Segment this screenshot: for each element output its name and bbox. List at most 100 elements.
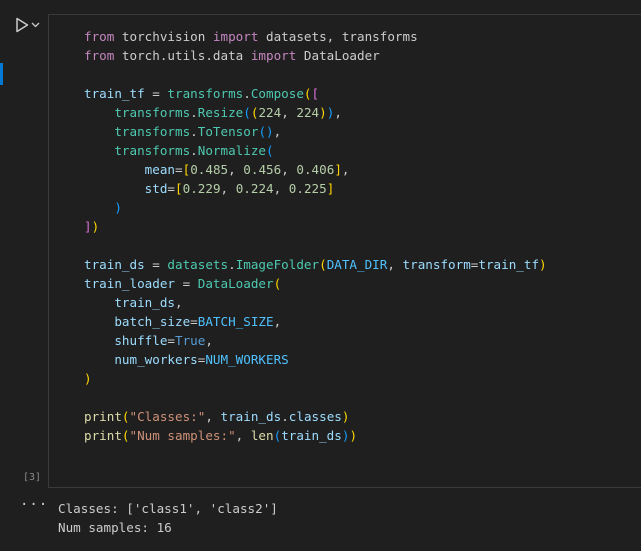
code-token: ( <box>303 86 312 101</box>
code-token: , <box>273 124 282 139</box>
cell-gutter <box>0 0 48 551</box>
code-line: from torchvision import datasets, transf… <box>84 27 547 46</box>
code-token: 0.224 <box>235 181 274 196</box>
code-token: . <box>190 124 198 139</box>
code-line: num_workers=NUM_WORKERS <box>84 350 547 369</box>
code-token: , <box>334 105 342 120</box>
code-token: train_ds <box>84 257 145 272</box>
code-token: ) <box>91 219 100 234</box>
code-token: 224 <box>296 105 320 120</box>
code-token: , <box>228 162 244 177</box>
code-line: print("Num samples:", len(train_ds)) <box>84 426 547 445</box>
code-token: , <box>235 428 251 443</box>
output-more-actions-button[interactable]: ··· <box>20 497 48 513</box>
code-text[interactable]: from torchvision import datasets, transf… <box>84 27 547 445</box>
code-token: 0.485 <box>190 162 229 177</box>
code-token: . <box>190 143 198 158</box>
code-token: 224 <box>258 105 282 120</box>
code-line: shuffle=True, <box>84 331 547 350</box>
code-token: , <box>220 181 236 196</box>
code-token: train_ds <box>114 295 176 310</box>
code-token: = <box>167 181 176 196</box>
code-token: std <box>144 181 168 196</box>
code-line: transforms.Resize((224, 224)), <box>84 103 547 122</box>
code-token: [ <box>175 181 183 196</box>
code-token: DataLoader <box>197 276 274 291</box>
code-token: train_tf <box>84 86 145 101</box>
code-token: transforms <box>114 124 191 139</box>
code-token: mean <box>144 162 176 177</box>
code-token: = <box>175 276 198 291</box>
code-line: ) <box>84 198 547 217</box>
code-token: ) <box>266 124 274 139</box>
code-token: ] <box>326 181 335 196</box>
code-token: train_ds <box>281 428 342 443</box>
code-token: len <box>250 428 274 443</box>
code-token: DataLoader <box>296 48 380 63</box>
code-token: , <box>205 333 213 348</box>
output-line: Num samples: 16 <box>58 520 172 535</box>
code-token: from <box>84 29 115 44</box>
code-token: 0.456 <box>243 162 282 177</box>
code-token: , <box>175 295 183 310</box>
code-token: torchvision <box>114 29 213 44</box>
code-token: , <box>281 105 297 120</box>
code-cell-editor[interactable]: from torchvision import datasets, transf… <box>48 14 641 488</box>
code-line: train_ds, <box>84 293 547 312</box>
code-token: , <box>341 162 350 177</box>
code-token: = <box>175 162 183 177</box>
code-token: import <box>212 29 259 44</box>
code-token: ) <box>114 200 122 215</box>
code-token: shuffle <box>114 333 168 348</box>
code-token: import <box>250 48 297 63</box>
code-line: print("Classes:", train_ds.classes) <box>84 407 547 426</box>
code-token: ( <box>121 409 130 424</box>
code-token: ) <box>319 105 327 120</box>
code-token: train_loader <box>84 276 175 291</box>
run-cell-button[interactable] <box>15 15 45 35</box>
code-token: Compose <box>250 86 304 101</box>
code-token: , <box>281 162 297 177</box>
code-token: transform <box>402 257 471 272</box>
code-token: train_ds <box>220 409 282 424</box>
code-token: [ <box>311 86 320 101</box>
code-token: ) <box>84 371 92 386</box>
code-token: ] <box>84 219 92 234</box>
code-token: ( <box>273 276 282 291</box>
code-token: . <box>243 86 251 101</box>
code-token: ) <box>349 428 358 443</box>
code-line: transforms.ToTensor(), <box>84 122 547 141</box>
code-token: , <box>273 181 289 196</box>
code-token: batch_size <box>114 314 191 329</box>
output-line: Classes: ['class1', 'class2'] <box>58 501 278 516</box>
code-token: ( <box>258 124 267 139</box>
code-token: ) <box>341 409 350 424</box>
run-cell-icon[interactable] <box>15 17 29 33</box>
code-token: transforms <box>114 143 191 158</box>
code-token: BATCH_SIZE <box>197 314 274 329</box>
code-token: NUM_WORKERS <box>205 352 289 367</box>
code-line: ) <box>84 369 547 388</box>
code-line: train_tf = transforms.Compose([ <box>84 84 547 103</box>
chevron-down-icon[interactable] <box>31 21 40 29</box>
code-token: ( <box>319 257 327 272</box>
code-token: , <box>205 409 221 424</box>
code-token: 0.229 <box>182 181 221 196</box>
code-token: . <box>228 257 236 272</box>
code-token: , <box>273 314 282 329</box>
code-token: ImageFolder <box>235 257 320 272</box>
code-token: True <box>175 333 206 348</box>
code-line: train_ds = datasets.ImageFolder(DATA_DIR… <box>84 255 547 274</box>
code-token: print <box>84 428 122 443</box>
code-token: train_tf <box>478 257 540 272</box>
code-token: "Classes:" <box>129 409 206 424</box>
code-line: ]) <box>84 217 547 236</box>
